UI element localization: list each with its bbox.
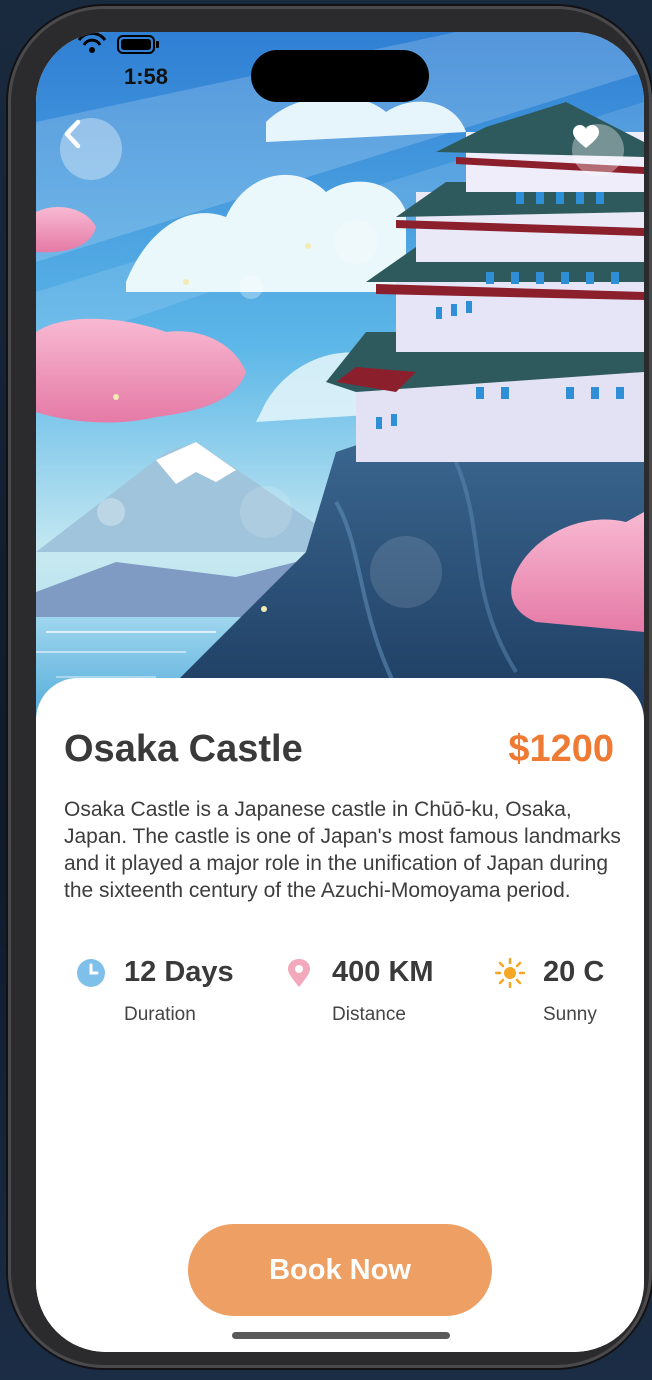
book-now-button[interactable]: Book Now: [188, 1224, 492, 1316]
app-screen: 1:58 Osaka Castle $1200 Osaka Castle is …: [36, 32, 644, 1352]
status-icons: [38, 32, 159, 54]
back-button[interactable]: [60, 118, 122, 180]
phone-frame: 1:58 Osaka Castle $1200 Osaka Castle is …: [8, 6, 652, 1368]
details-card: Osaka Castle $1200 Osaka Castle is a Jap…: [36, 678, 644, 1352]
location-pin-icon: [288, 959, 310, 987]
stat-label: Distance: [332, 1004, 406, 1025]
chevron-left-icon: [64, 119, 81, 149]
clock-icon: [77, 959, 105, 987]
stat-label: Sunny: [543, 1004, 597, 1025]
stat-value: 400 KM: [332, 956, 434, 988]
stat-value: 20 C: [543, 956, 605, 988]
destination-description: Osaka Castle is a Japanese castle in Chū…: [64, 798, 621, 902]
stat-value: 12 Days: [124, 956, 234, 988]
home-indicator: [232, 1332, 450, 1339]
favorite-button[interactable]: [572, 124, 624, 176]
cellular-signal-icon: [38, 44, 60, 48]
heart-icon: [573, 125, 599, 148]
destination-title: Osaka Castle: [64, 728, 303, 770]
sun-icon: [495, 958, 525, 988]
dynamic-island: [251, 50, 429, 102]
wifi-icon: [77, 32, 107, 53]
price-label: $1200: [508, 728, 614, 770]
hero-illustration: 1:58: [36, 32, 644, 732]
stat-label: Duration: [124, 1004, 196, 1025]
battery-icon: [117, 35, 159, 54]
status-time: 1:58: [124, 64, 169, 89]
